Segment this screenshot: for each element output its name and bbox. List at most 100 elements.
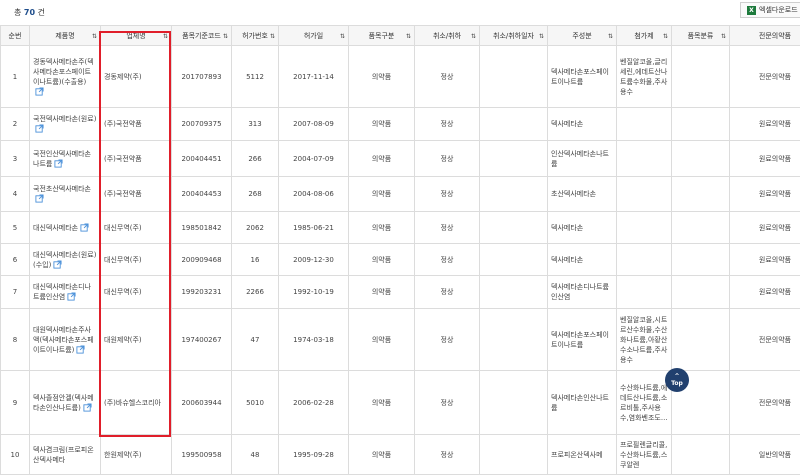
cancel-text: 정상 (441, 190, 454, 198)
column-header[interactable]: 품목기준코드⇅ (172, 26, 232, 46)
cell-permit: 47 (232, 309, 279, 371)
sort-icon[interactable]: ⇅ (721, 32, 726, 42)
column-header[interactable]: 품목분류⇅ (672, 26, 730, 46)
ingredient-text: 덱사메타손포스페이트이나트륨 (551, 331, 609, 349)
cell-ingredient: 덱사메타손 (548, 108, 617, 141)
column-header[interactable]: 순번 (1, 26, 30, 46)
ingredient-text: 초산덱사메타손 (551, 190, 596, 198)
sort-icon[interactable]: ⇅ (608, 32, 613, 42)
cell-type: 의약품 (349, 212, 415, 244)
cell-etc: 원료의약품 (730, 108, 800, 141)
external-link-icon[interactable] (53, 260, 62, 269)
product-text[interactable]: 대신덱사메타손 (33, 224, 78, 232)
column-header[interactable]: 전문의약품⇅ (730, 26, 800, 46)
table-row[interactable]: 8대원덱사메타손주사액(덱사메타손포스페이트이나트륨)대원제약(주)197400… (1, 309, 800, 371)
table-row[interactable]: 7대신덱사메타손디나트륨인산염대신무역(주)19920323122661992-… (1, 276, 800, 309)
cell-product[interactable]: 국전덱사메타손(원료) (30, 108, 101, 141)
external-link-icon[interactable] (54, 159, 63, 168)
sort-icon[interactable]: ⇅ (539, 32, 544, 42)
cell-product[interactable]: 덱사졸점안겔(덱사메타손인산나트륨) (30, 371, 101, 435)
column-header[interactable]: 첨가제⇅ (617, 26, 672, 46)
cell-no: 2 (1, 108, 30, 141)
column-header-label: 취소/취하일자 (493, 32, 534, 40)
company-text: 대신무역(주) (104, 224, 142, 232)
cell-type: 의약품 (349, 108, 415, 141)
scroll-top-button[interactable]: ^ Top (665, 368, 689, 392)
sort-icon[interactable]: ⇅ (223, 32, 228, 42)
cell-no: 9 (1, 371, 30, 435)
sort-icon[interactable]: ⇅ (406, 32, 411, 42)
external-link-icon[interactable] (83, 403, 92, 412)
product-text[interactable]: 대신덱사메타손(원료)(수입) (33, 251, 96, 269)
cell-product[interactable]: 대원덱사메타손주사액(덱사메타손포스페이트이나트륨) (30, 309, 101, 371)
permit-text: 5112 (246, 73, 264, 81)
date-text: 1995-09-28 (293, 451, 334, 459)
table-row[interactable]: 4국전초산덱사메타손(주)국전약품2004044532682004-08-06의… (1, 177, 800, 212)
excel-download-label: 엑셀다운로드 (759, 5, 798, 15)
cell-product[interactable]: 대신덱사메타손 (30, 212, 101, 244)
sort-icon[interactable]: ⇅ (340, 32, 345, 42)
cell-product[interactable]: 대신덱사메타손(원료)(수입) (30, 244, 101, 276)
cell-class (672, 276, 730, 309)
column-header[interactable]: 업체명⇅ (101, 26, 172, 46)
cell-code: 198501842 (172, 212, 232, 244)
sort-icon[interactable]: ⇅ (92, 32, 97, 42)
column-header[interactable]: 제품명 ⇅ (30, 26, 101, 46)
sort-icon[interactable]: ⇅ (663, 32, 668, 42)
cell-company: (주)국전약품 (101, 108, 172, 141)
cancel-text: 정상 (441, 336, 454, 344)
cell-ingredient: 덱사메타손 (548, 244, 617, 276)
table-row[interactable]: 2국전덱사메타손(원료)(주)국전약품2007093753132007-08-0… (1, 108, 800, 141)
company-text: (주)국전약품 (104, 155, 142, 163)
table-row[interactable]: 10덱사겸크림(프로피온산덱사메타한원제약(주)199500958481995-… (1, 435, 800, 475)
column-header[interactable]: 허가번호⇅ (232, 26, 279, 46)
external-link-icon[interactable] (35, 87, 44, 96)
external-link-icon[interactable] (35, 124, 44, 133)
cell-cancel-date (480, 309, 548, 371)
column-header[interactable]: 허가일⇅ (279, 26, 349, 46)
table-header-row: 순번제품명⇅업체명⇅품목기준코드⇅허가번호⇅허가일⇅품목구분⇅취소/취하⇅취소/… (1, 26, 800, 46)
code-text: 200709375 (181, 120, 221, 128)
type-text: 의약품 (372, 451, 391, 459)
cell-type: 의약품 (349, 435, 415, 475)
cell-cancel: 정상 (415, 435, 480, 475)
column-header[interactable]: 품목구분⇅ (349, 26, 415, 46)
sort-icon[interactable]: ⇅ (163, 32, 168, 42)
excel-download-button[interactable]: X 엑셀다운로드 (740, 2, 800, 18)
table-row[interactable]: 5대신덱사메타손대신무역(주)19850184220621985-06-21의약… (1, 212, 800, 244)
cell-ingredient: 덱사메타손포스페이트이나트륨 (548, 309, 617, 371)
external-link-icon[interactable] (35, 194, 44, 203)
product-text[interactable]: 경동덱사메타손주(덱사메타손포스페이트이나트륨)(수출용) (33, 58, 94, 86)
column-header-label: 제품명 (55, 32, 74, 40)
cell-cancel: 정상 (415, 46, 480, 108)
cell-product[interactable]: 대신덱사메타손디나트륨인산염 (30, 276, 101, 309)
cell-company: 경동제약(주) (101, 46, 172, 108)
cell-product[interactable]: 덱사겸크림(프로피온산덱사메타 (30, 435, 101, 475)
cell-date: 2006-02-28 (279, 371, 349, 435)
external-link-icon[interactable] (67, 292, 76, 301)
external-link-icon[interactable] (76, 345, 85, 354)
product-text[interactable]: 국전덱사메타손(원료) (33, 115, 96, 123)
product-text[interactable]: 대신덱사메타손디나트륨인산염 (33, 283, 91, 301)
date-text: 2009-12-30 (293, 256, 334, 264)
product-text[interactable]: 국전초산덱사메타손 (33, 185, 91, 193)
code-text: 201707893 (181, 73, 221, 81)
product-text[interactable]: 덱사겸크림(프로피온산덱사메타 (33, 446, 94, 464)
code-text: 200404453 (181, 190, 221, 198)
column-header[interactable]: 취소/취하일자 ⇅ (480, 26, 548, 46)
cell-product[interactable]: 경동덱사메타손주(덱사메타손포스페이트이나트륨)(수출용) (30, 46, 101, 108)
cell-product[interactable]: 국전초산덱사메타손 (30, 177, 101, 212)
cell-date: 2004-07-09 (279, 141, 349, 177)
cell-product[interactable]: 국전인산덱사메타손나트륨 (30, 141, 101, 177)
table-row[interactable]: 6대신덱사메타손(원료)(수입)대신무역(주)200909468162009-1… (1, 244, 800, 276)
column-header[interactable]: 주성분⇅ (548, 26, 617, 46)
table-row[interactable]: 1경동덱사메타손주(덱사메타손포스페이트이나트륨)(수출용)경동제약(주)201… (1, 46, 800, 108)
table-row[interactable]: 3국전인산덱사메타손나트륨(주)국전약품2004044512662004-07-… (1, 141, 800, 177)
cell-type: 의약품 (349, 309, 415, 371)
cell-company: 대신무역(주) (101, 212, 172, 244)
sort-icon[interactable]: ⇅ (270, 32, 275, 42)
cell-additive (617, 276, 672, 309)
column-header[interactable]: 취소/취하⇅ (415, 26, 480, 46)
external-link-icon[interactable] (80, 223, 89, 232)
sort-icon[interactable]: ⇅ (471, 32, 476, 42)
